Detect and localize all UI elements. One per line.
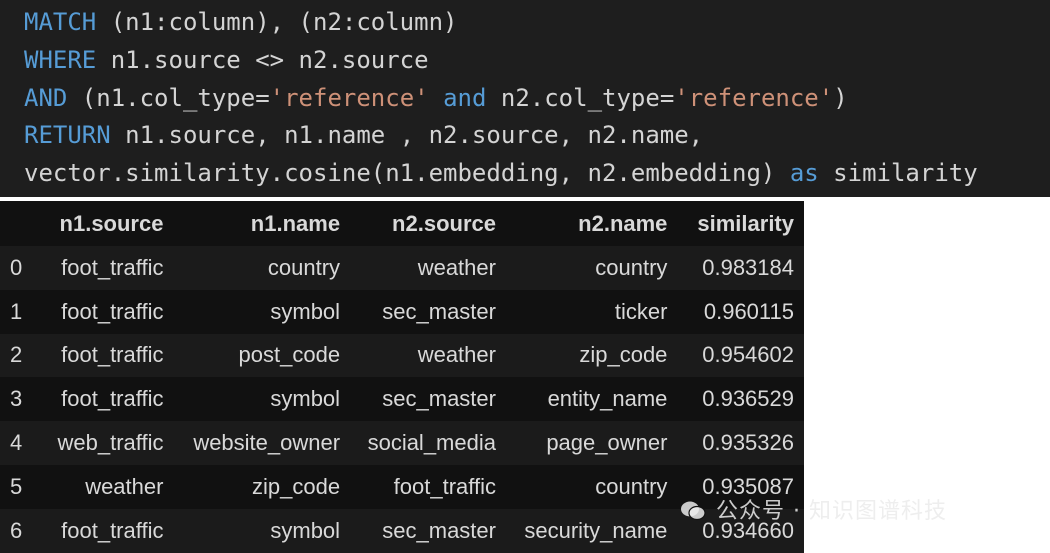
row-index: 6 xyxy=(0,508,49,553)
cell-n1-source: foot_traffic xyxy=(48,289,174,334)
row-index: 5 xyxy=(0,464,49,509)
code-editor: MATCH (n1:column), (n2:column) WHERE n1.… xyxy=(0,0,1050,197)
row-index: 4 xyxy=(0,421,49,465)
table-row: 0 foot_traffic country weather country 0.9831… xyxy=(0,246,804,290)
watermark: 公众号 · 知识图谱科技 xyxy=(680,493,947,525)
code-token: 'reference' xyxy=(269,83,429,112)
code-token: vector.similarity.cosine(n1.embedding, n… xyxy=(24,159,790,188)
cell-n1-source: foot_traffic xyxy=(48,377,174,422)
column-header-n1-name: n1.name xyxy=(173,201,351,246)
cell-n1-name: website_owner xyxy=(173,421,351,465)
cell-n2-source: sec_master xyxy=(350,508,506,553)
cell-similarity: 0.954602 xyxy=(677,333,804,378)
cell-n2-name: page_owner xyxy=(505,421,678,465)
row-index: 3 xyxy=(0,377,49,422)
column-header-similarity: similarity xyxy=(677,201,804,246)
cell-n2-name: security_name xyxy=(505,508,678,553)
cell-n1-name: country xyxy=(173,246,351,290)
column-header-n2-source: n2.source xyxy=(350,201,506,246)
cell-n1-source: web_traffic xyxy=(48,421,174,465)
code-token: n2.col_type= xyxy=(486,83,675,112)
code-line: vector.similarity.cosine(n1.embedding, n… xyxy=(24,155,1050,193)
index-header xyxy=(0,201,49,246)
watermark-text: 公众号 · 知识图谱科技 xyxy=(716,499,947,524)
cell-n1-name: symbol xyxy=(173,289,351,334)
wechat-icon xyxy=(680,500,706,522)
code-line: RETURN n1.source, n1.name , n2.source, n… xyxy=(24,117,1050,155)
code-token: MATCH xyxy=(24,8,97,36)
code-token: (n1.col_type= xyxy=(67,83,270,112)
table-row: 4 web_traffic website_owner social_media pag… xyxy=(0,421,804,465)
cell-n2-source: weather xyxy=(350,333,506,378)
cell-n2-source: foot_traffic xyxy=(350,464,506,509)
table-row: 2 foot_traffic post_code weather zip_code 0.9… xyxy=(0,333,804,378)
row-index: 1 xyxy=(0,289,49,334)
code-line: MATCH (n1:column), (n2:column) xyxy=(24,4,1050,42)
column-header-n1-source: n1.source xyxy=(48,201,174,246)
cell-n2-name: zip_code xyxy=(505,333,678,378)
code-line: AND (n1.col_type='reference' and n2.col_… xyxy=(24,80,1050,118)
code-line: WHERE n1.source <> n2.source xyxy=(24,42,1050,80)
code-token: (n1:column), (n2:column) xyxy=(96,8,458,36)
code-token: and xyxy=(443,83,487,112)
cell-n1-source: foot_traffic xyxy=(48,333,174,378)
cell-n1-name: post_code xyxy=(173,333,351,378)
code-token: 'reference' xyxy=(674,83,834,112)
cell-similarity: 0.936529 xyxy=(677,377,804,422)
row-index: 2 xyxy=(0,333,49,378)
code-token: n1.source, n1.name , n2.source, n2.name, xyxy=(110,121,704,150)
cell-n2-source: weather xyxy=(350,246,506,290)
cell-similarity: 0.935326 xyxy=(677,421,804,465)
cell-n1-source: foot_traffic xyxy=(48,246,174,290)
code-token: as xyxy=(789,159,819,188)
code-token: n1.source <> n2.source xyxy=(96,45,429,74)
cell-n1-name: symbol xyxy=(173,508,351,553)
code-token: ) xyxy=(833,83,848,112)
cell-n2-source: social_media xyxy=(350,421,506,465)
cell-similarity: 0.960115 xyxy=(677,289,804,334)
cell-n1-name: zip_code xyxy=(173,464,351,509)
code-token: similarity xyxy=(818,159,978,188)
cell-n2-source: sec_master xyxy=(350,289,506,334)
code-token: RETURN xyxy=(24,121,111,150)
cell-similarity: 0.983184 xyxy=(677,246,804,290)
row-index: 0 xyxy=(0,246,49,290)
cell-n1-source: foot_traffic xyxy=(48,508,174,553)
column-header-n2-name: n2.name xyxy=(505,201,678,246)
cell-n1-source: weather xyxy=(48,464,174,509)
cell-n1-name: symbol xyxy=(173,377,351,422)
header-row: n1.source n1.name n2.source n2.name simi… xyxy=(0,201,804,246)
code-token: WHERE xyxy=(24,45,97,74)
cell-n2-name: ticker xyxy=(505,289,678,334)
table-row: 1 foot_traffic symbol sec_master ticker 0.960… xyxy=(0,289,804,334)
cell-n2-source: sec_master xyxy=(350,377,506,422)
cell-n2-name: country xyxy=(505,246,678,290)
cell-n2-name: entity_name xyxy=(505,377,678,422)
code-token: AND xyxy=(24,83,68,112)
table-row: 3 foot_traffic symbol sec_master entity_name… xyxy=(0,377,804,422)
cell-n2-name: country xyxy=(505,464,678,509)
